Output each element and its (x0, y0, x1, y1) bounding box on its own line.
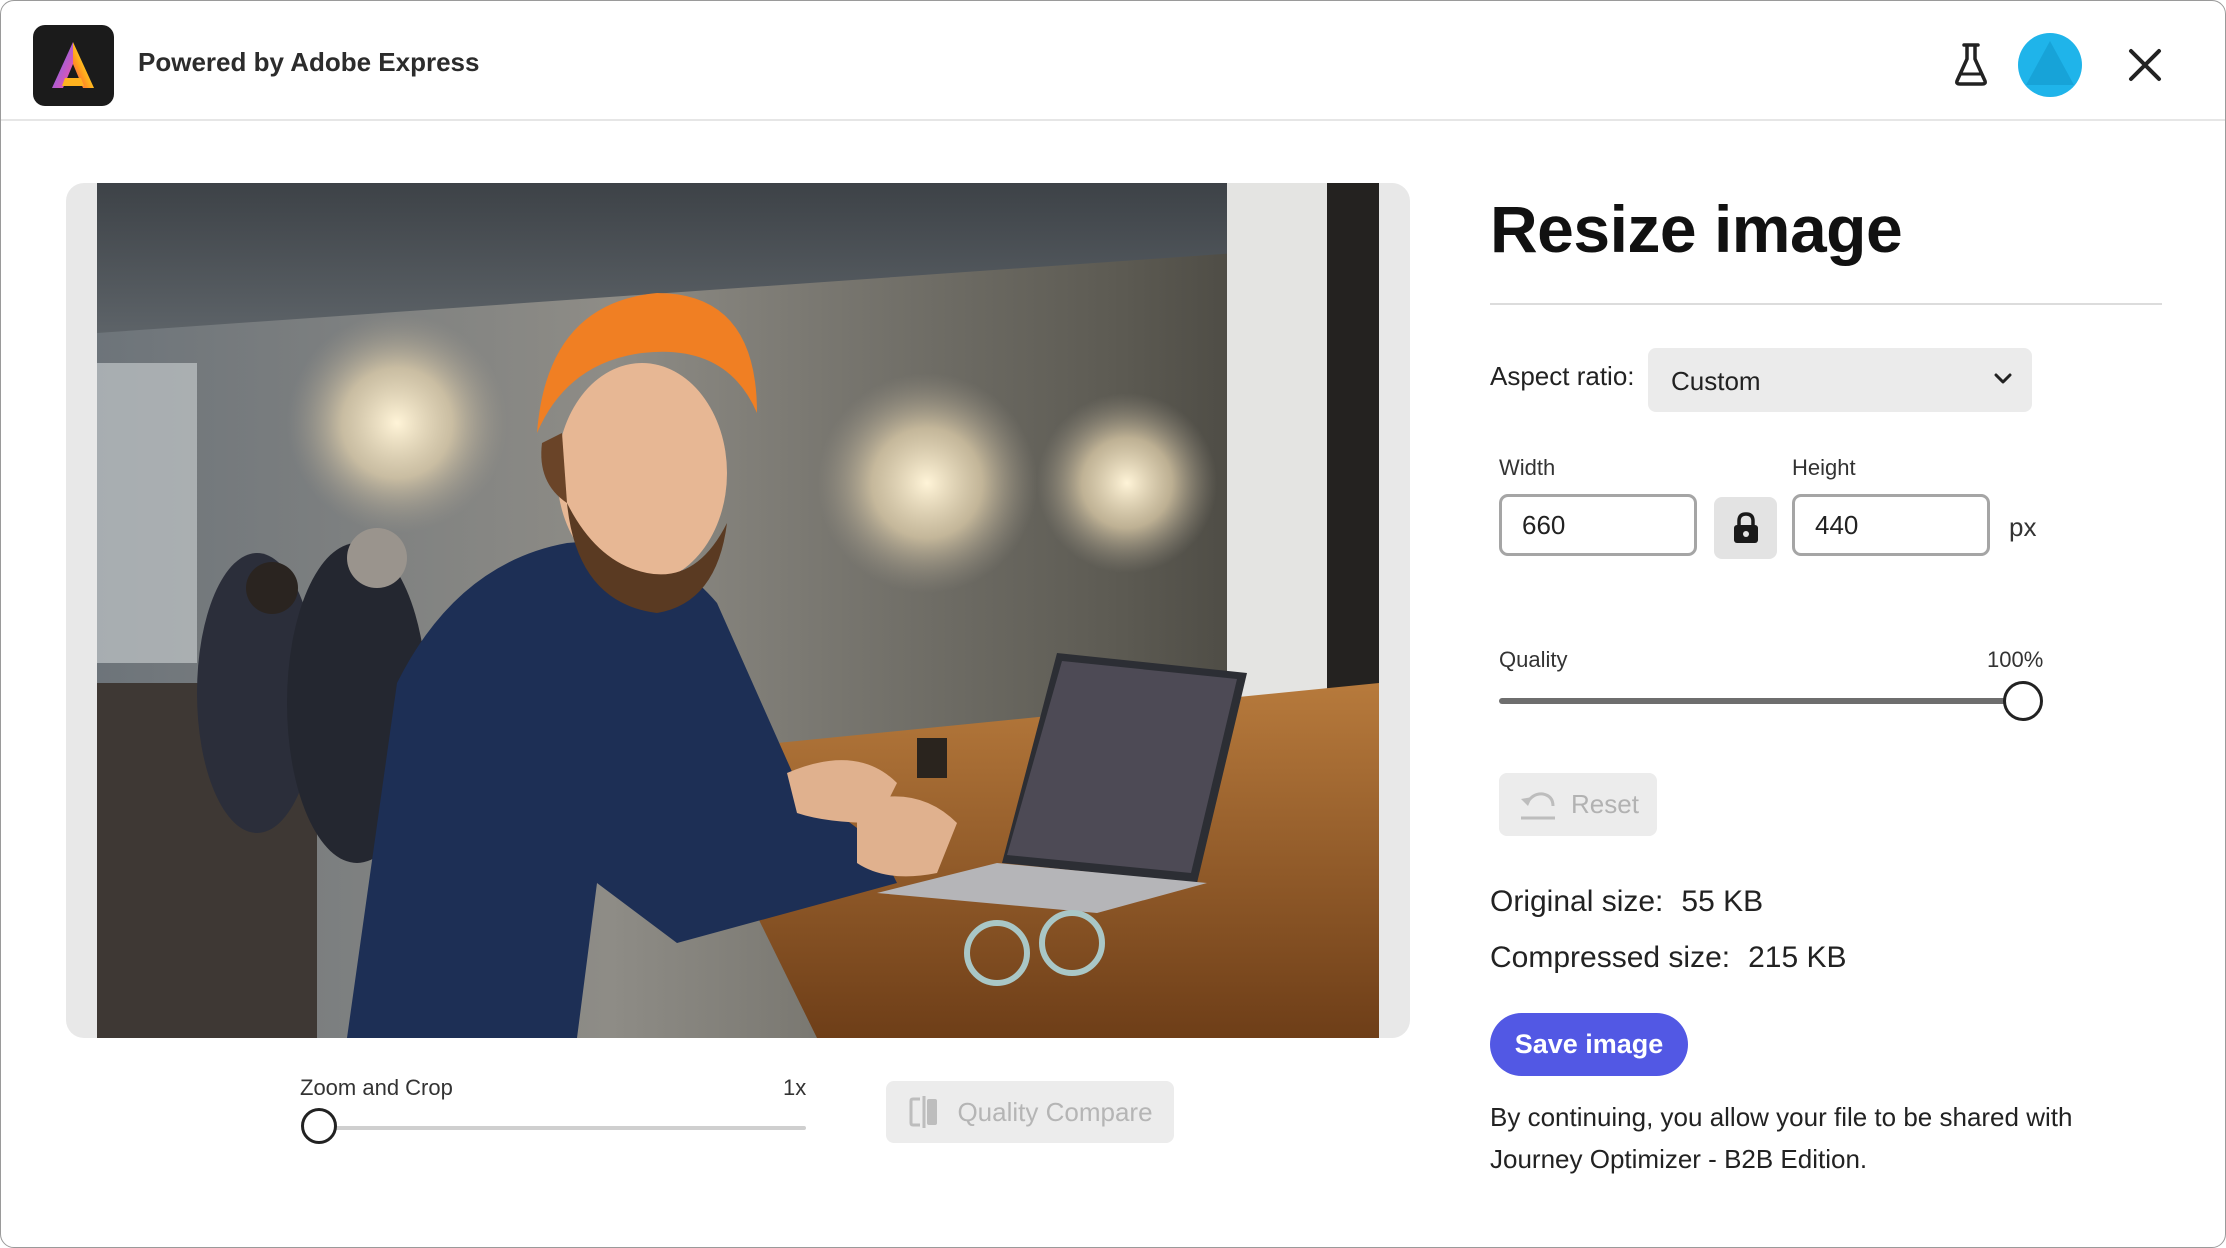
panel-title: Resize image (1490, 192, 1903, 266)
image-preview-area (66, 183, 1410, 1038)
quality-slider-handle[interactable] (2003, 681, 2043, 721)
zoom-value: 1x (783, 1075, 807, 1100)
aspect-ratio-dropdown[interactable]: Custom (1648, 348, 2032, 412)
quality-slider-track[interactable] (1499, 698, 2023, 704)
quality-value: 100% (1987, 647, 2044, 672)
compressed-size-row: Compressed size: 215 KB (1490, 941, 1847, 975)
labs-flask-icon[interactable] (1951, 41, 1991, 87)
original-size-value: 55 KB (1681, 885, 1764, 918)
lock-icon (1734, 512, 1758, 543)
compare-icon (909, 1096, 938, 1128)
zoom-slider-track[interactable] (321, 1126, 806, 1130)
close-icon[interactable] (2125, 45, 2165, 85)
height-label: Height (1792, 455, 1856, 480)
compressed-size-label: Compressed size: (1490, 941, 1731, 974)
adobe-express-logo (33, 25, 114, 106)
width-label: Width (1499, 455, 1556, 480)
brand-text: Powered by Adobe Express (138, 47, 480, 77)
save-image-button[interactable]: Save image (1490, 1013, 1688, 1076)
undo-icon (1521, 791, 1555, 819)
quality-compare-button[interactable]: Quality Compare (886, 1081, 1174, 1143)
zoom-slider-handle[interactable] (301, 1108, 337, 1144)
aspect-ratio-value: Custom (1671, 366, 1761, 396)
reset-button[interactable]: Reset (1499, 773, 1657, 836)
height-input[interactable] (1792, 494, 1990, 556)
lock-aspect-button[interactable] (1714, 497, 1777, 559)
header-bar: Powered by Adobe Express (1, 1, 2225, 121)
quality-label: Quality (1499, 647, 1568, 672)
preview-photo[interactable] (97, 183, 1379, 1038)
original-size-label: Original size: (1490, 885, 1664, 918)
compressed-size-value: 215 KB (1748, 941, 1847, 974)
user-avatar[interactable] (2018, 33, 2082, 97)
aspect-ratio-label: Aspect ratio: (1490, 361, 1635, 391)
divider (1490, 303, 2162, 305)
chevron-down-icon (1994, 373, 2012, 384)
zoom-crop-label: Zoom and Crop (300, 1075, 453, 1100)
unit-label: px (2009, 512, 2037, 542)
consent-text: By continuing, you allow your file to be… (1490, 1102, 2073, 1174)
dialog-window: Powered by Adobe Express Zoom and Crop 1… (0, 0, 2226, 1248)
width-input[interactable] (1499, 494, 1697, 556)
reset-label: Reset (1571, 789, 1639, 819)
quality-compare-label: Quality Compare (957, 1096, 1153, 1127)
original-size-row: Original size: 55 KB (1490, 885, 1763, 919)
